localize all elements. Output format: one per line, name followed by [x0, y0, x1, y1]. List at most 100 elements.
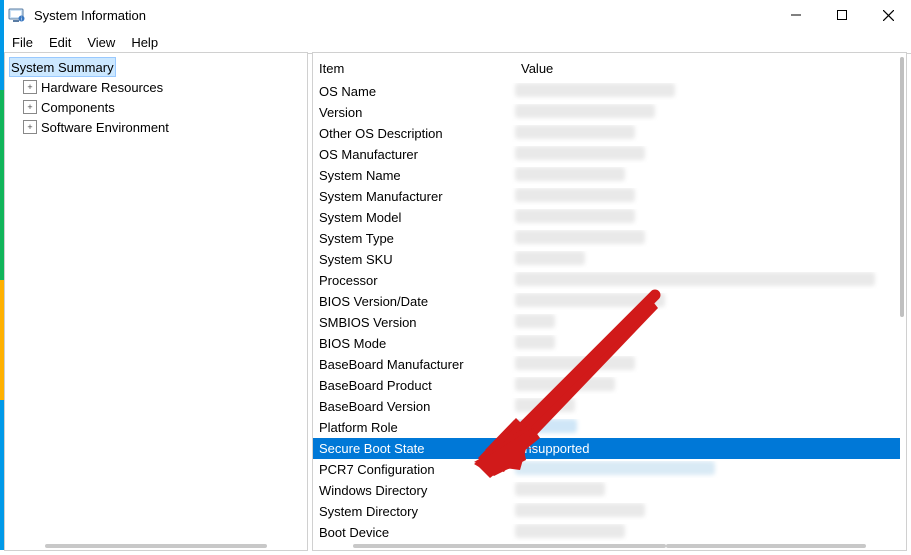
tree-node-software-environment[interactable]: + Software Environment [9, 117, 303, 137]
list-cell-item: System Directory [319, 504, 509, 519]
list-cell-item: Processor [319, 273, 509, 288]
tree-node-components[interactable]: +Components [9, 97, 303, 117]
redacted-value [515, 251, 585, 265]
list-cell-item: System SKU [319, 252, 509, 267]
list-row[interactable]: BaseBoard Manufacturer [313, 354, 900, 375]
redacted-value [515, 209, 635, 223]
svg-text:i: i [21, 17, 22, 23]
list-cell-item: BaseBoard Manufacturer [319, 357, 509, 372]
list-cell-item: Boot Device [319, 525, 509, 540]
vertical-scrollbar[interactable] [900, 57, 904, 317]
list-cell-value [509, 524, 900, 541]
tree-node-system-summary[interactable]: System Summary [9, 57, 116, 77]
redacted-value [515, 314, 555, 328]
expand-icon[interactable]: + [23, 120, 37, 134]
list-row[interactable]: PCR7 Configuration [313, 459, 900, 480]
list-row[interactable]: System Model [313, 207, 900, 228]
list-cell-value [509, 230, 900, 247]
list-cell-value [509, 314, 900, 331]
list-cell-value [509, 482, 900, 499]
list-row[interactable]: BIOS Version/Date [313, 291, 900, 312]
list-header[interactable]: Item Value [313, 53, 900, 79]
menu-item-view[interactable]: View [79, 33, 123, 52]
list-cell-value [509, 125, 900, 142]
list-cell-value [509, 83, 900, 100]
window-controls [773, 0, 911, 30]
column-header-value[interactable]: Value [515, 61, 900, 76]
list-row[interactable]: System Directory [313, 501, 900, 522]
list-row[interactable]: Secure Boot StateUnsupported [313, 438, 900, 459]
list-row[interactable]: OS Manufacturer [313, 144, 900, 165]
list-body[interactable]: OS NameVersion Other OS Description OS Man… [313, 81, 900, 536]
list-cell-item: BIOS Version/Date [319, 294, 509, 309]
list-cell-item: Other OS Description [319, 126, 509, 141]
list-cell-value [509, 188, 900, 205]
window-title: System Information [34, 8, 146, 23]
menu-item-edit[interactable]: Edit [41, 33, 79, 52]
menu-item-file[interactable]: File [4, 33, 41, 52]
app-icon: i [8, 6, 26, 24]
redacted-value [515, 356, 635, 370]
redacted-value [515, 503, 645, 517]
list-cell-item: BaseBoard Version [319, 399, 509, 414]
list-row[interactable]: Boot Device [313, 522, 900, 543]
list-cell-item: BaseBoard Product [319, 378, 509, 393]
list-row[interactable]: System SKU [313, 249, 900, 270]
list-row[interactable]: OS Name [313, 81, 900, 102]
horizontal-scrollbar[interactable] [666, 544, 866, 548]
list-cell-item: OS Manufacturer [319, 147, 509, 162]
details-list-pane: Item Value OS NameVersion Other OS Descri… [312, 52, 907, 551]
tree-node-label: System Summary [11, 60, 114, 75]
list-row[interactable]: BIOS Mode [313, 333, 900, 354]
list-cell-value [509, 503, 900, 520]
menu-bar: FileEditViewHelp [0, 31, 911, 54]
tree-node-hardware-resources[interactable]: + Hardware Resources [9, 77, 303, 97]
list-row[interactable]: System Manufacturer [313, 186, 900, 207]
list-cell-value [509, 356, 900, 373]
list-row[interactable]: BaseBoard Version [313, 396, 900, 417]
tree-node-label: Software Environment [41, 120, 169, 135]
list-row[interactable]: System Type [313, 228, 900, 249]
maximize-button[interactable] [819, 0, 865, 30]
navigation-tree-pane: System Summary + Hardware Resources +Compon… [4, 52, 308, 551]
minimize-button[interactable] [773, 0, 819, 30]
redacted-value [515, 146, 645, 160]
list-row[interactable]: Processor [313, 270, 900, 291]
list-cell-value [509, 251, 900, 268]
menu-item-help[interactable]: Help [123, 33, 166, 52]
list-cell-item: SMBIOS Version [319, 315, 509, 330]
horizontal-scrollbar[interactable] [45, 544, 267, 548]
tree-node-label: Hardware Resources [41, 80, 163, 95]
redacted-value [515, 398, 575, 412]
list-cell-item: PCR7 Configuration [319, 462, 509, 477]
column-header-item[interactable]: Item [313, 61, 515, 76]
close-button[interactable] [865, 0, 911, 30]
redacted-value [515, 335, 555, 349]
redacted-value [515, 293, 665, 307]
expand-icon[interactable]: + [23, 100, 37, 114]
redacted-value [515, 83, 675, 97]
redacted-value [515, 524, 625, 538]
list-cell-item: System Model [319, 210, 509, 225]
list-cell-item: Windows Directory [319, 483, 509, 498]
list-row[interactable]: Platform Role [313, 417, 900, 438]
list-row[interactable]: System Name [313, 165, 900, 186]
content-area: System Summary + Hardware Resources +Compon… [4, 52, 907, 551]
redacted-value [515, 272, 875, 286]
expand-icon[interactable]: + [23, 80, 37, 94]
list-row[interactable]: Windows Directory [313, 480, 900, 501]
redacted-value [515, 104, 655, 118]
list-row[interactable]: Other OS Description [313, 123, 900, 144]
horizontal-scrollbar[interactable] [353, 544, 666, 548]
list-row[interactable]: SMBIOS Version [313, 312, 900, 333]
list-row[interactable]: BaseBoard Product [313, 375, 900, 396]
list-cell-item: BIOS Mode [319, 336, 509, 351]
list-cell-value [509, 293, 900, 310]
list-cell-item: System Type [319, 231, 509, 246]
list-cell-item: System Name [319, 168, 509, 183]
list-row[interactable]: Version [313, 102, 900, 123]
list-cell-value [509, 146, 900, 163]
list-cell-item: Platform Role [319, 420, 509, 435]
list-cell-value [509, 167, 900, 184]
navigation-tree[interactable]: System Summary + Hardware Resources +Compon… [5, 53, 307, 141]
